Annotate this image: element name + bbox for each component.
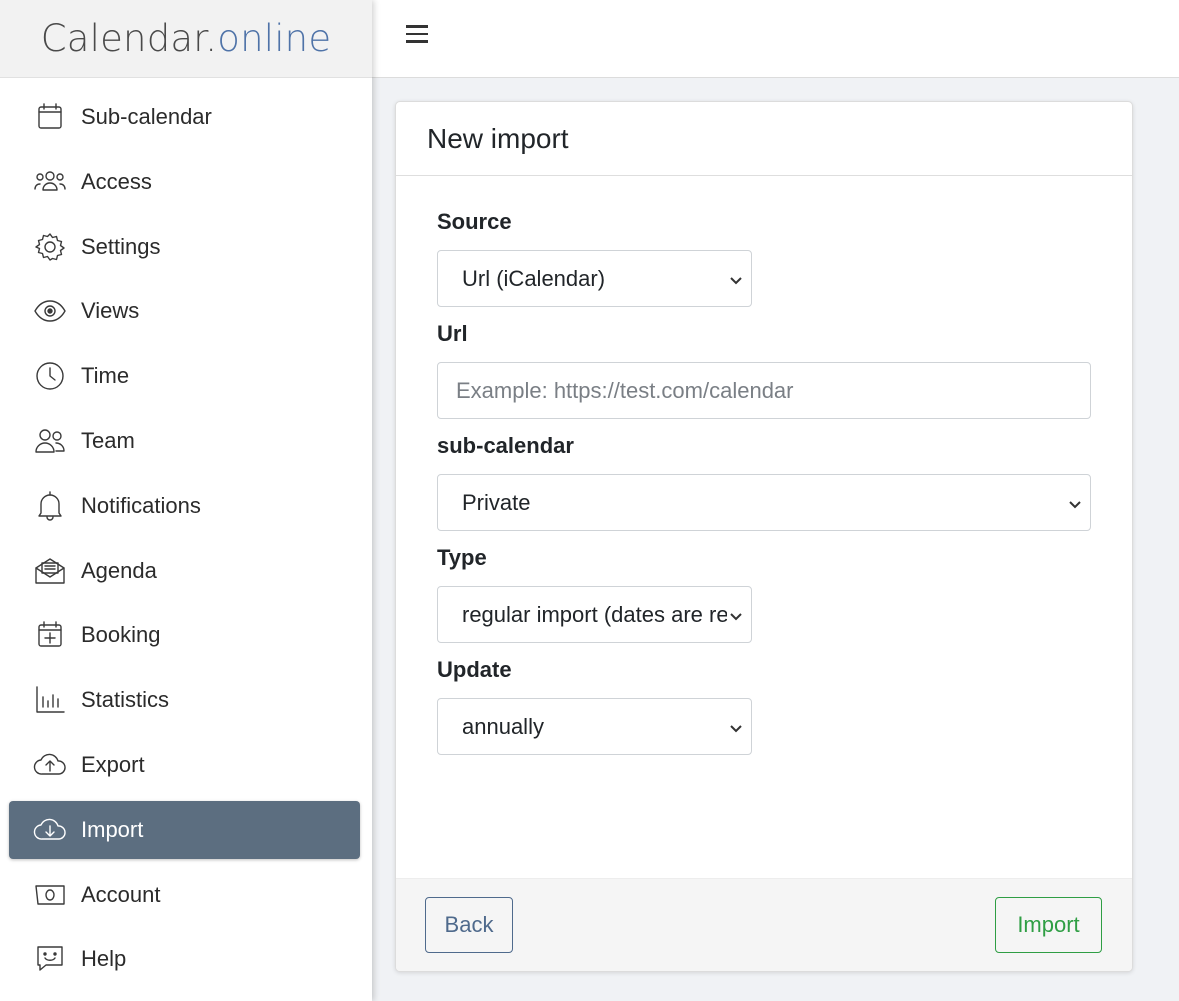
chevron-down-icon xyxy=(727,717,745,736)
sidebar-item-export[interactable]: Export xyxy=(9,736,360,794)
sidebar-item-notifications[interactable]: Notifications xyxy=(9,477,360,535)
source-field: Source Url (iCalendar) xyxy=(437,209,1091,307)
bar-chart-icon xyxy=(33,683,73,717)
calendar-plus-icon xyxy=(33,618,73,652)
url-input[interactable]: Example: https://test.com/calendar xyxy=(437,362,1091,419)
cloud-upload-icon xyxy=(33,748,73,782)
cloud-download-icon xyxy=(33,813,73,847)
sidebar-item-sub-calendar[interactable]: Sub-calendar xyxy=(9,88,360,146)
sidebar-item-label: Notifications xyxy=(81,492,201,518)
card-footer: Back Import xyxy=(396,878,1132,971)
envelope-icon xyxy=(33,554,73,588)
bell-icon xyxy=(33,489,73,523)
type-value: regular import (dates are re xyxy=(462,601,729,627)
brand-name-main: Calendar. xyxy=(40,17,218,60)
sidebar-item-views[interactable]: Views xyxy=(9,282,360,340)
eye-icon xyxy=(33,294,73,328)
chevron-down-icon xyxy=(727,605,745,624)
brand-name-accent: online xyxy=(217,17,332,60)
sidebar-item-label: Help xyxy=(81,946,127,972)
sidebar: Calendar.online Sub-calendar Access Sett… xyxy=(0,0,372,1001)
type-label: Type xyxy=(437,545,487,570)
chevron-down-icon xyxy=(727,269,745,288)
update-value: annually xyxy=(462,713,544,739)
gear-icon xyxy=(33,230,73,264)
type-field: Type regular import (dates are re xyxy=(437,545,1091,643)
subcalendar-field: sub-calendar Private xyxy=(437,433,1091,531)
top-bar xyxy=(372,0,1179,78)
sidebar-item-settings[interactable]: Settings xyxy=(9,218,360,276)
sidebar-nav: Sub-calendar Access Settings Views Time … xyxy=(0,88,372,995)
url-field: Url Example: https://test.com/calendar xyxy=(437,321,1091,419)
type-select[interactable]: regular import (dates are re xyxy=(437,586,752,643)
update-field: Update annually xyxy=(437,657,1091,755)
sidebar-item-label: Agenda xyxy=(81,557,157,583)
clock-icon xyxy=(33,359,73,393)
sidebar-item-access[interactable]: Access xyxy=(9,153,360,211)
calendar-icon xyxy=(33,100,73,134)
sidebar-item-label: Access xyxy=(81,168,152,194)
sidebar-item-label: Settings xyxy=(81,233,161,259)
people-icon xyxy=(33,165,73,199)
sidebar-item-account[interactable]: Account xyxy=(9,866,360,924)
brand-name: Calendar.online xyxy=(41,17,332,60)
source-value: Url (iCalendar) xyxy=(462,265,606,291)
sidebar-item-label: Time xyxy=(81,363,130,389)
sidebar-item-booking[interactable]: Booking xyxy=(9,606,360,664)
sidebar-item-time[interactable]: Time xyxy=(9,347,360,405)
sidebar-item-label: Account xyxy=(81,881,161,907)
brand-logo[interactable]: Calendar.online xyxy=(0,0,372,78)
sidebar-item-label: Export xyxy=(81,751,145,777)
url-label: Url xyxy=(437,321,468,346)
sidebar-item-team[interactable]: Team xyxy=(9,412,360,470)
sidebar-item-label: Views xyxy=(81,298,140,324)
card-title: New import xyxy=(396,102,1132,176)
subcalendar-select[interactable]: Private xyxy=(437,474,1091,531)
back-button[interactable]: Back xyxy=(425,897,513,953)
sidebar-item-label: Import xyxy=(81,816,144,842)
sidebar-item-label: Sub-calendar xyxy=(81,104,212,129)
source-label: Source xyxy=(437,209,512,234)
update-label: Update xyxy=(437,657,512,682)
sidebar-item-agenda[interactable]: Agenda xyxy=(9,542,360,600)
cash-icon xyxy=(33,878,73,912)
sidebar-item-label: Statistics xyxy=(81,687,170,713)
hamburger-icon[interactable] xyxy=(406,20,434,48)
sidebar-item-label: Team xyxy=(81,427,135,453)
subcalendar-value: Private xyxy=(462,489,531,515)
sidebar-item-label: Booking xyxy=(81,622,161,648)
sidebar-item-import[interactable]: Import xyxy=(9,800,360,859)
team-icon xyxy=(33,424,73,458)
chevron-down-icon xyxy=(1066,493,1084,512)
sidebar-item-statistics[interactable]: Statistics xyxy=(9,671,360,729)
source-select[interactable]: Url (iCalendar) xyxy=(437,250,752,307)
import-form: Source Url (iCalendar) Url Example: http… xyxy=(396,176,1132,755)
update-select[interactable]: annually xyxy=(437,698,752,755)
import-card: New import Source Url (iCalendar) Url Ex… xyxy=(395,101,1133,972)
chat-smile-icon xyxy=(33,942,73,976)
sidebar-item-help[interactable]: Help xyxy=(9,930,360,988)
import-button[interactable]: Import xyxy=(995,897,1102,953)
subcalendar-label: sub-calendar xyxy=(437,433,574,458)
